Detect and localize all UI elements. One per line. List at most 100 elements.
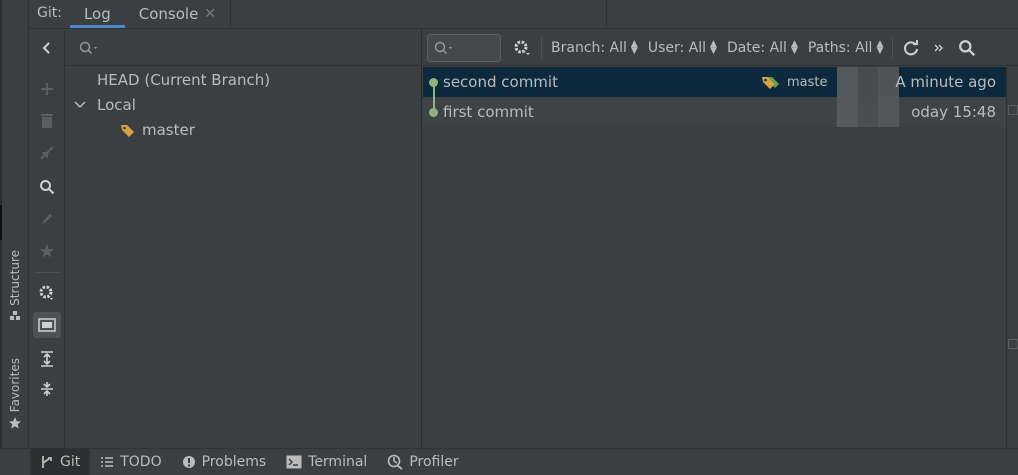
bottom-tab-profiler[interactable]: Profiler: [377, 449, 468, 475]
bottom-tab-git-label: Git: [60, 454, 81, 470]
paths-filter-label: Paths: All: [807, 39, 873, 56]
commit-row[interactable]: second commit maste A minute ago: [423, 67, 1006, 97]
structure-icon: [10, 310, 20, 320]
branch-settings-button[interactable]: [29, 280, 65, 306]
chevron-down-icon[interactable]: [73, 98, 87, 112]
edit-icon: [42, 214, 52, 224]
stripe-edge-mark: [0, 205, 2, 240]
tree-item-local[interactable]: Local: [73, 96, 136, 114]
favorites-side-tab[interactable]: Favorites: [6, 358, 24, 430]
tag-icon: [762, 77, 779, 89]
dropdown-arrows-icon: ▲ ▼: [876, 38, 884, 56]
log-settings-button[interactable]: [509, 34, 537, 62]
structure-side-tab-label: Structure: [8, 250, 22, 306]
scroll-marker: [1008, 105, 1018, 115]
close-icon[interactable]: ✕: [204, 1, 216, 27]
collapse-all-icon: [41, 382, 53, 396]
date-filter[interactable]: Date: All ▲ ▼: [722, 38, 803, 56]
commit-list: second commit maste A minute ago first c…: [423, 67, 1006, 127]
tree-item-master-label: master: [142, 121, 195, 139]
new-branch-button[interactable]: [29, 76, 65, 102]
left-tool-stripe: Structure Favorites: [0, 0, 29, 448]
update-branch-button[interactable]: [29, 206, 65, 232]
delete-icon: [41, 114, 53, 128]
favorite-star-icon: [40, 244, 54, 258]
bottom-tab-git[interactable]: Git: [30, 448, 91, 475]
branch-filter[interactable]: Branch: All ▲ ▼: [546, 38, 643, 56]
log-toolbar: Branch: All ▲ ▼ User: All ▲ ▼ Date: All ▲ ▼…: [423, 30, 1018, 66]
scroll-marker: [1008, 339, 1018, 349]
merge-button[interactable]: [29, 140, 65, 166]
branch-filter-label: Branch: All: [551, 39, 627, 56]
structure-side-tab[interactable]: Structure: [6, 250, 24, 322]
terminal-icon: [286, 455, 302, 469]
profiler-icon: [388, 454, 403, 470]
toolbar-separator: [541, 36, 542, 59]
details-scrollbar[interactable]: [1006, 67, 1018, 448]
log-search-field[interactable]: [427, 33, 501, 62]
paths-filter[interactable]: Paths: All ▲ ▼: [803, 38, 889, 56]
collapse-all-button[interactable]: [29, 376, 65, 402]
tree-item-local-label: Local: [97, 96, 136, 114]
bottom-tab-problems-label: Problems: [201, 454, 267, 470]
commit-date: oday 15:48: [911, 103, 996, 121]
hide-branches-button[interactable]: [29, 35, 65, 61]
favorite-branch-button[interactable]: [29, 238, 65, 264]
bottom-tab-terminal-label: Terminal: [308, 454, 368, 470]
commit-row[interactable]: first commit oday 15:48: [423, 97, 1006, 127]
commit-subject: first commit: [443, 103, 534, 121]
settings-icon: [39, 285, 53, 300]
tab-console[interactable]: Console ✕: [125, 0, 230, 28]
toolbar-separator: [35, 272, 59, 273]
toolbar-separator: [892, 36, 894, 59]
graph-edge: [433, 82, 435, 112]
tree-item-master[interactable]: master: [120, 121, 195, 139]
git-branch-icon: [42, 456, 52, 468]
branch-search-field[interactable]: [65, 30, 422, 66]
tab-console-label: Console: [138, 5, 199, 23]
search-branch-button[interactable]: [29, 174, 65, 200]
bottom-tab-todo[interactable]: TODO: [90, 449, 171, 475]
log-search-button[interactable]: [953, 34, 981, 62]
tabbar-spacer: [230, 0, 606, 28]
add-icon: [41, 83, 53, 95]
double-chevron-right-icon: [934, 44, 944, 51]
tool-window-tabbar: Git: Log Console ✕: [29, 0, 1018, 29]
commit-date: A minute ago: [895, 73, 996, 91]
bottom-tab-problems[interactable]: Problems: [172, 449, 277, 475]
more-actions-button[interactable]: [925, 34, 953, 62]
expand-all-icon: [41, 351, 53, 367]
tabbar-spacer-right: [606, 0, 1018, 28]
refresh-button[interactable]: [897, 34, 925, 62]
tree-item-head-label: HEAD (Current Branch): [97, 71, 271, 89]
list-icon: [101, 457, 114, 467]
chevron-left-icon: [42, 42, 50, 54]
commit-subject: second commit: [443, 73, 558, 91]
group-by-directory-toggle[interactable]: [33, 312, 61, 338]
tab-log[interactable]: Log: [69, 0, 125, 28]
commit-ref-name: maste: [787, 74, 828, 90]
user-filter[interactable]: User: All ▲ ▼: [643, 39, 722, 56]
commit-ref-label: maste: [761, 75, 828, 90]
bottom-tab-profiler-label: Profiler: [409, 454, 459, 470]
dropdown-arrows-icon: ▲ ▼: [790, 38, 798, 56]
delete-branch-button[interactable]: [29, 108, 65, 134]
tree-item-head[interactable]: HEAD (Current Branch): [97, 71, 270, 89]
expand-all-button[interactable]: [29, 346, 65, 372]
bottom-tab-todo-label: TODO: [120, 454, 162, 470]
problems-icon: [182, 456, 195, 468]
branches-toolbar: [29, 30, 65, 448]
date-filter-label: Date: All: [726, 39, 787, 56]
favorites-side-tab-label: Favorites: [8, 358, 22, 413]
merge-icon: [40, 146, 54, 160]
bottom-tab-terminal[interactable]: Terminal: [276, 449, 377, 475]
search-icon: [40, 180, 55, 195]
settings-icon: [514, 40, 530, 55]
dropdown-arrows-icon: ▲ ▼: [630, 38, 638, 56]
bottom-tool-window-bar: Git TODO Problems Terminal Profiler: [0, 448, 1018, 475]
search-icon: [79, 41, 97, 54]
group-by-icon: [38, 318, 56, 332]
tag-icon: [121, 125, 134, 137]
log-panel: Branch: All ▲ ▼ User: All ▲ ▼ Date: All ▲ ▼…: [423, 30, 1018, 448]
commit-author-redacted: [837, 67, 899, 97]
